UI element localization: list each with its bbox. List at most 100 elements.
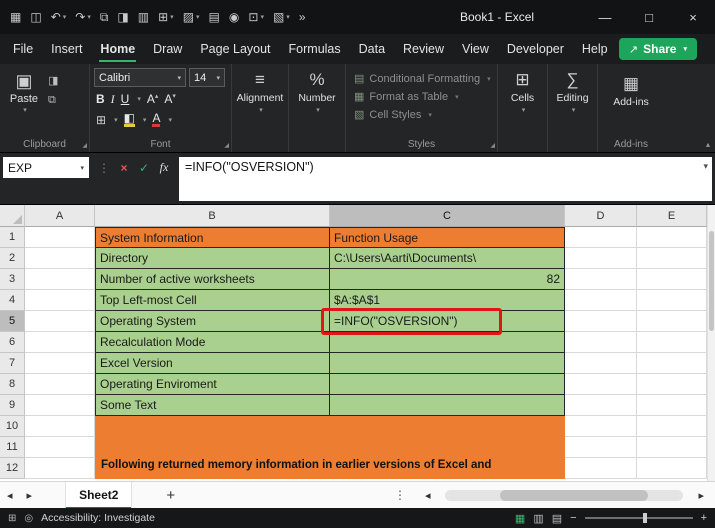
next-sheet-icon[interactable]: ▸ (20, 489, 40, 502)
cell-d1[interactable] (565, 227, 637, 248)
cell-e2[interactable] (637, 248, 707, 269)
clipboard-dialog-launcher-icon[interactable]: ◢ (82, 142, 87, 149)
scroll-right-icon[interactable]: ▸ (691, 489, 711, 502)
row-header-3[interactable]: 3 (0, 269, 25, 290)
cut-icon[interactable]: ◨ (48, 74, 58, 87)
italic-button[interactable]: I (111, 92, 115, 107)
insert-function-icon[interactable]: fx (155, 160, 173, 175)
bold-button[interactable]: B (96, 92, 105, 106)
cell-d3[interactable] (565, 269, 637, 290)
row-header-5[interactable]: 5 (0, 311, 25, 332)
cell-e7[interactable] (637, 353, 707, 374)
share-button[interactable]: ↗ Share ▾ (619, 38, 697, 60)
cell-e11[interactable] (637, 437, 707, 458)
tab-home[interactable]: Home (91, 34, 144, 64)
format-as-table-button[interactable]: ▦ Format as Table ▾ (354, 90, 489, 103)
tab-page-layout[interactable]: Page Layout (191, 34, 279, 64)
cell-b6[interactable]: Recalculation Mode (95, 332, 330, 353)
expand-formula-bar-icon[interactable]: ▾ (703, 161, 708, 172)
cell-d7[interactable] (565, 353, 637, 374)
print-icon[interactable]: ▤ (205, 4, 224, 30)
enter-icon[interactable]: ✓ (135, 161, 153, 175)
cell-a6[interactable] (25, 332, 95, 353)
vertical-scrollbar-thumb[interactable] (709, 231, 714, 331)
tab-view[interactable]: View (453, 34, 498, 64)
cell-b2[interactable]: Directory (95, 248, 330, 269)
cell-c7[interactable] (330, 353, 565, 374)
cell-a2[interactable] (25, 248, 95, 269)
chart-icon[interactable]: ▥ (134, 4, 153, 30)
formula-input[interactable]: =INFO("OSVERSION") ▾ (179, 157, 712, 201)
cell-b3[interactable]: Number of active worksheets (95, 269, 330, 290)
horizontal-scrollbar[interactable] (445, 490, 683, 501)
borders-icon[interactable]: ⊞ (96, 113, 106, 127)
cell-a10[interactable] (25, 416, 95, 437)
row-header-1[interactable]: 1 (0, 227, 25, 248)
row-header-2[interactable]: 2 (0, 248, 25, 269)
cell-a8[interactable] (25, 374, 95, 395)
camera-icon[interactable]: ◉ (225, 4, 243, 30)
accessibility-status[interactable]: Accessibility: Investigate (41, 512, 155, 524)
row-header-6[interactable]: 6 (0, 332, 25, 353)
alignment-group-button[interactable]: ≡ Alignment ▾ (232, 64, 289, 152)
cell-a7[interactable] (25, 353, 95, 374)
cell-e9[interactable] (637, 395, 707, 416)
page-break-view-icon[interactable]: ▤ (552, 512, 562, 525)
cell-c8[interactable] (330, 374, 565, 395)
cell-d6[interactable] (565, 332, 637, 353)
fill-color-icon[interactable]: ◧ (124, 113, 135, 127)
tab-formulas[interactable]: Formulas (280, 34, 350, 64)
horizontal-scrollbar-thumb[interactable] (500, 490, 648, 501)
cell-d11[interactable] (565, 437, 637, 458)
cell-c6[interactable] (330, 332, 565, 353)
close-button[interactable]: × (671, 0, 715, 34)
cell-d8[interactable] (565, 374, 637, 395)
cell-e4[interactable] (637, 290, 707, 311)
row-header-12[interactable]: 12 (0, 458, 25, 479)
minimize-button[interactable]: — (583, 0, 627, 34)
cell-d10[interactable] (565, 416, 637, 437)
zoom-out-icon[interactable]: − (570, 512, 576, 524)
table-icon[interactable]: ⊡▾ (244, 4, 268, 30)
collapse-ribbon-icon[interactable]: ▴ (706, 140, 710, 149)
column-header-d[interactable]: D (565, 205, 637, 227)
underline-button[interactable]: U (121, 92, 130, 106)
merged-note-cell[interactable]: Following returned memory information in… (95, 416, 565, 479)
editing-group-button[interactable]: ∑ Editing ▾ (548, 64, 598, 152)
row-header-4[interactable]: 4 (0, 290, 25, 311)
cells-group-button[interactable]: ⊞ Cells ▾ (498, 64, 548, 152)
cell-e6[interactable] (637, 332, 707, 353)
cell-e5[interactable] (637, 311, 707, 332)
tab-insert[interactable]: Insert (42, 34, 91, 64)
macro-record-icon[interactable]: ⊞ (8, 513, 16, 524)
tab-review[interactable]: Review (394, 34, 453, 64)
cell-c3[interactable]: 82 (330, 269, 565, 290)
name-box[interactable]: EXP ▾ (3, 157, 89, 178)
cell-c9[interactable] (330, 395, 565, 416)
cell-b1[interactable]: System Information (95, 227, 330, 248)
column-header-b[interactable]: B (95, 205, 330, 227)
fill-color-icon[interactable]: ▨▾ (179, 4, 204, 30)
tab-data[interactable]: Data (350, 34, 394, 64)
vertical-scrollbar[interactable] (707, 205, 715, 481)
copy-icon[interactable]: ⧉ (48, 94, 58, 107)
maximize-button[interactable]: □ (627, 0, 671, 34)
paste-button[interactable]: ▣ Paste ▾ (4, 68, 44, 114)
cell-a11[interactable] (25, 437, 95, 458)
font-color-icon[interactable]: A (152, 113, 160, 127)
cut-icon[interactable]: ◨ (113, 4, 132, 30)
page-layout-view-icon[interactable]: ▥ (533, 512, 543, 525)
select-all-corner[interactable] (0, 205, 25, 227)
cell-e8[interactable] (637, 374, 707, 395)
normal-view-icon[interactable]: ▦ (515, 512, 525, 525)
borders-icon[interactable]: ⊞▾ (154, 4, 178, 30)
cell-styles-button[interactable]: ▧ Cell Styles ▾ (354, 108, 489, 121)
cell-d9[interactable] (565, 395, 637, 416)
cancel-icon[interactable]: × (115, 161, 133, 175)
save-icon[interactable]: ◫ (26, 4, 45, 30)
zoom-slider[interactable] (585, 517, 693, 519)
decrease-font-size-button[interactable]: A▾ (164, 92, 176, 106)
number-group-button[interactable]: % Number ▾ (289, 64, 346, 152)
column-header-a[interactable]: A (25, 205, 95, 227)
cell-a5[interactable] (25, 311, 95, 332)
